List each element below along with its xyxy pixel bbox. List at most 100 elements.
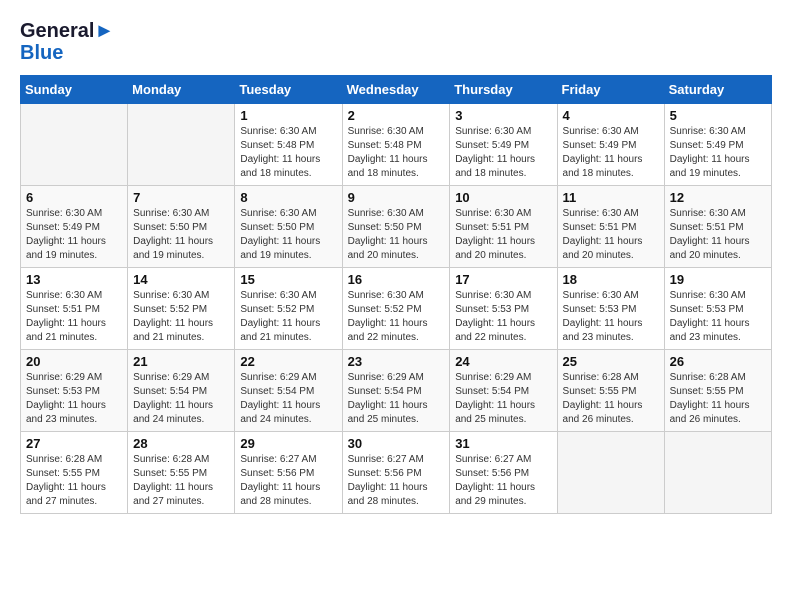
- calendar-cell: 2 Sunrise: 6:30 AM Sunset: 5:48 PM Daylig…: [342, 104, 450, 186]
- calendar-header-monday: Monday: [128, 76, 235, 104]
- calendar-header-sunday: Sunday: [21, 76, 128, 104]
- calendar-week-3: 13Sunrise: 6:30 AM Sunset: 5:51 PM Dayli…: [21, 268, 772, 350]
- day-info: Sunrise: 6:30 AM Sunset: 5:50 PM Dayligh…: [133, 207, 229, 263]
- page-header: General► Blue: [20, 20, 772, 65]
- day-info: Sunrise: 6:30 AM Sunset: 5:51 PM Dayligh…: [670, 207, 766, 263]
- calendar-cell: 7 Sunrise: 6:30 AM Sunset: 5:50 PM Daylig…: [128, 186, 235, 268]
- day-info: Sunrise: 6:28 AM Sunset: 5:55 PM Dayligh…: [133, 453, 229, 509]
- day-info: Sunrise: 6:30 AM Sunset: 5:53 PM Dayligh…: [563, 289, 659, 345]
- calendar-cell: 31 Sunrise: 6:27 AM Sunset: 5:56 PM Dayli…: [450, 432, 557, 514]
- calendar-cell: [557, 432, 664, 514]
- day-info: Sunrise: 6:28 AM Sunset: 5:55 PM Dayligh…: [563, 371, 659, 427]
- day-number: 7: [133, 190, 229, 205]
- calendar-cell: 22 Sunrise: 6:29 AM Sunset: 5:54 PM Dayli…: [235, 350, 342, 432]
- day-info: Sunrise: 6:29 AM Sunset: 5:54 PM Dayligh…: [133, 371, 229, 427]
- day-info: Sunrise: 6:29 AM Sunset: 5:54 PM Dayligh…: [455, 371, 551, 427]
- day-info: Sunrise: 6:30 AM Sunset: 5:52 PM Dayligh…: [348, 289, 445, 345]
- day-number: 29: [240, 436, 336, 451]
- calendar-cell: 3 Sunrise: 6:30 AM Sunset: 5:49 PM Daylig…: [450, 104, 557, 186]
- day-info: Sunrise: 6:30 AM Sunset: 5:50 PM Dayligh…: [240, 207, 336, 263]
- calendar-cell: 16 Sunrise: 6:30 AM Sunset: 5:52 PM Dayli…: [342, 268, 450, 350]
- calendar-cell: 1 Sunrise: 6:30 AM Sunset: 5:48 PM Daylig…: [235, 104, 342, 186]
- calendar-cell: 30 Sunrise: 6:27 AM Sunset: 5:56 PM Dayli…: [342, 432, 450, 514]
- logo: General► Blue: [20, 20, 114, 65]
- day-number: 2: [348, 108, 445, 123]
- day-info: Sunrise: 6:29 AM Sunset: 5:54 PM Dayligh…: [348, 371, 445, 427]
- day-info: Sunrise: 6:30 AM Sunset: 5:52 PM Dayligh…: [133, 289, 229, 345]
- day-number: 12: [670, 190, 766, 205]
- day-number: 8: [240, 190, 336, 205]
- calendar-week-5: 27Sunrise: 6:28 AM Sunset: 5:55 PM Dayli…: [21, 432, 772, 514]
- day-info: Sunrise: 6:30 AM Sunset: 5:49 PM Dayligh…: [455, 125, 551, 181]
- calendar-cell: [128, 104, 235, 186]
- calendar-cell: 13Sunrise: 6:30 AM Sunset: 5:51 PM Dayli…: [21, 268, 128, 350]
- calendar-cell: 23 Sunrise: 6:29 AM Sunset: 5:54 PM Dayli…: [342, 350, 450, 432]
- calendar-cell: 24Sunrise: 6:29 AM Sunset: 5:54 PM Dayli…: [450, 350, 557, 432]
- day-info: Sunrise: 6:30 AM Sunset: 5:52 PM Dayligh…: [240, 289, 336, 345]
- calendar-cell: 21 Sunrise: 6:29 AM Sunset: 5:54 PM Dayli…: [128, 350, 235, 432]
- day-info: Sunrise: 6:30 AM Sunset: 5:51 PM Dayligh…: [563, 207, 659, 263]
- day-info: Sunrise: 6:30 AM Sunset: 5:48 PM Dayligh…: [240, 125, 336, 181]
- day-number: 20: [26, 354, 122, 369]
- calendar-cell: 9Sunrise: 6:30 AM Sunset: 5:50 PM Daylig…: [342, 186, 450, 268]
- calendar-week-4: 20 Sunrise: 6:29 AM Sunset: 5:53 PM Dayli…: [21, 350, 772, 432]
- calendar-cell: 18 Sunrise: 6:30 AM Sunset: 5:53 PM Dayli…: [557, 268, 664, 350]
- day-number: 15: [240, 272, 336, 287]
- calendar-header-row: SundayMondayTuesdayWednesdayThursdayFrid…: [21, 76, 772, 104]
- day-info: Sunrise: 6:27 AM Sunset: 5:56 PM Dayligh…: [348, 453, 445, 509]
- day-number: 17: [455, 272, 551, 287]
- day-number: 4: [563, 108, 659, 123]
- calendar-cell: [664, 432, 771, 514]
- day-info: Sunrise: 6:30 AM Sunset: 5:53 PM Dayligh…: [670, 289, 766, 345]
- day-number: 26: [670, 354, 766, 369]
- day-number: 11: [563, 190, 659, 205]
- calendar-cell: 27Sunrise: 6:28 AM Sunset: 5:55 PM Dayli…: [21, 432, 128, 514]
- day-number: 16: [348, 272, 445, 287]
- day-number: 30: [348, 436, 445, 451]
- day-number: 1: [240, 108, 336, 123]
- calendar-cell: 4 Sunrise: 6:30 AM Sunset: 5:49 PM Daylig…: [557, 104, 664, 186]
- calendar-header-tuesday: Tuesday: [235, 76, 342, 104]
- day-info: Sunrise: 6:30 AM Sunset: 5:53 PM Dayligh…: [455, 289, 551, 345]
- day-number: 14: [133, 272, 229, 287]
- calendar-cell: [21, 104, 128, 186]
- day-number: 18: [563, 272, 659, 287]
- calendar-header-friday: Friday: [557, 76, 664, 104]
- calendar-cell: 28 Sunrise: 6:28 AM Sunset: 5:55 PM Dayli…: [128, 432, 235, 514]
- calendar-table: SundayMondayTuesdayWednesdayThursdayFrid…: [20, 75, 772, 514]
- logo-text: General►: [20, 20, 114, 42]
- day-info: Sunrise: 6:29 AM Sunset: 5:54 PM Dayligh…: [240, 371, 336, 427]
- day-number: 3: [455, 108, 551, 123]
- day-info: Sunrise: 6:30 AM Sunset: 5:49 PM Dayligh…: [670, 125, 766, 181]
- day-number: 21: [133, 354, 229, 369]
- calendar-cell: 19 Sunrise: 6:30 AM Sunset: 5:53 PM Dayli…: [664, 268, 771, 350]
- day-number: 6: [26, 190, 122, 205]
- day-info: Sunrise: 6:30 AM Sunset: 5:48 PM Dayligh…: [348, 125, 445, 181]
- calendar-cell: 25Sunrise: 6:28 AM Sunset: 5:55 PM Dayli…: [557, 350, 664, 432]
- day-number: 10: [455, 190, 551, 205]
- calendar-cell: 14 Sunrise: 6:30 AM Sunset: 5:52 PM Dayli…: [128, 268, 235, 350]
- day-number: 22: [240, 354, 336, 369]
- day-number: 23: [348, 354, 445, 369]
- day-info: Sunrise: 6:28 AM Sunset: 5:55 PM Dayligh…: [26, 453, 122, 509]
- calendar-header-wednesday: Wednesday: [342, 76, 450, 104]
- calendar-cell: 5Sunrise: 6:30 AM Sunset: 5:49 PM Daylig…: [664, 104, 771, 186]
- calendar-cell: 17 Sunrise: 6:30 AM Sunset: 5:53 PM Dayli…: [450, 268, 557, 350]
- day-info: Sunrise: 6:30 AM Sunset: 5:51 PM Dayligh…: [455, 207, 551, 263]
- day-number: 28: [133, 436, 229, 451]
- day-info: Sunrise: 6:28 AM Sunset: 5:55 PM Dayligh…: [670, 371, 766, 427]
- day-info: Sunrise: 6:27 AM Sunset: 5:56 PM Dayligh…: [240, 453, 336, 509]
- day-info: Sunrise: 6:29 AM Sunset: 5:53 PM Dayligh…: [26, 371, 122, 427]
- calendar-header-saturday: Saturday: [664, 76, 771, 104]
- day-info: Sunrise: 6:30 AM Sunset: 5:51 PM Dayligh…: [26, 289, 122, 345]
- day-number: 9: [348, 190, 445, 205]
- day-number: 19: [670, 272, 766, 287]
- logo-blue: Blue: [20, 42, 114, 65]
- day-info: Sunrise: 6:30 AM Sunset: 5:49 PM Dayligh…: [563, 125, 659, 181]
- day-number: 31: [455, 436, 551, 451]
- calendar-cell: 20 Sunrise: 6:29 AM Sunset: 5:53 PM Dayli…: [21, 350, 128, 432]
- calendar-cell: 12 Sunrise: 6:30 AM Sunset: 5:51 PM Dayli…: [664, 186, 771, 268]
- calendar-header-thursday: Thursday: [450, 76, 557, 104]
- day-info: Sunrise: 6:30 AM Sunset: 5:49 PM Dayligh…: [26, 207, 122, 263]
- day-info: Sunrise: 6:27 AM Sunset: 5:56 PM Dayligh…: [455, 453, 551, 509]
